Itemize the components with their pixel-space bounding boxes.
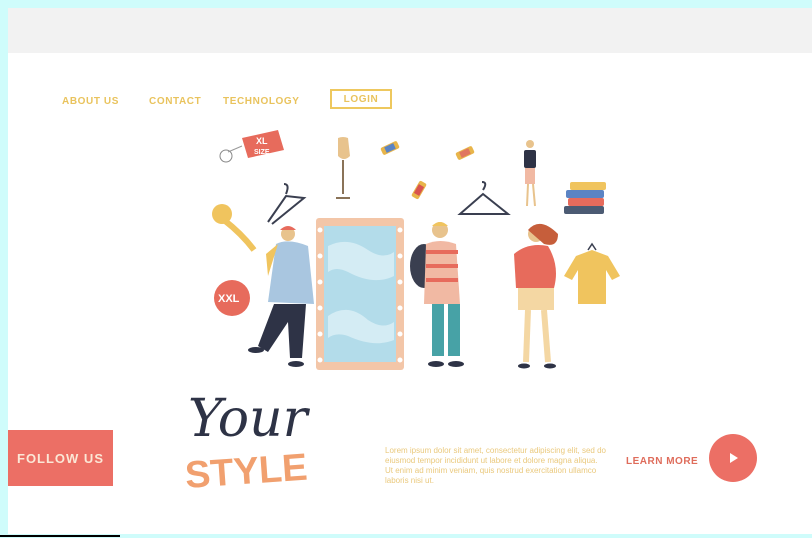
follow-us-button[interactable]: FOLLOW US (8, 430, 113, 486)
xl-tag-text: XL (256, 136, 268, 146)
mannequin-icon (336, 137, 350, 199)
login-button[interactable]: LOGIN (330, 89, 392, 109)
small-model-figure (524, 140, 536, 207)
thread-spool-icon (455, 146, 475, 160)
man-trying-clothes-figure (248, 226, 314, 367)
xxl-badge-icon: XXL (214, 280, 250, 316)
thread-spool-icon (411, 180, 427, 200)
bottom-left-line (0, 535, 120, 537)
measuring-tape-icon (212, 204, 257, 252)
xl-size-tag-icon: XL SIZE (219, 130, 284, 163)
nav-about-us[interactable]: ABOUT US (62, 96, 119, 107)
learn-more-link[interactable]: LEARN MORE (626, 456, 698, 467)
mirror-icon (316, 218, 404, 370)
headline-your: Your (188, 389, 311, 449)
folded-clothes-icon (564, 182, 606, 214)
landing-page: ABOUT US CONTACT TECHNOLOGY LOGIN XL SIZ… (8, 8, 812, 534)
hanger-icon (267, 183, 307, 225)
xxl-badge-text: XXL (218, 293, 240, 305)
fitting-room-illustration: XL SIZE XXL (212, 130, 620, 370)
nav-technology[interactable]: TECHNOLOGY (223, 96, 300, 107)
size-tag-text: SIZE (254, 149, 270, 156)
headline-style: STYLE (184, 447, 309, 497)
play-button[interactable] (709, 434, 757, 482)
main-nav: ABOUT US CONTACT TECHNOLOGY LOGIN (8, 88, 812, 118)
man-with-backpack-figure (410, 222, 464, 367)
sweater-on-hanger-icon (564, 242, 620, 304)
thread-spool-icon (380, 141, 400, 155)
hanger-icon (457, 181, 511, 215)
play-icon (730, 453, 738, 463)
woman-figure (514, 223, 558, 369)
hero-body-text: Lorem ipsum dolor sit amet, consectetur … (385, 446, 606, 485)
browser-top-bar (8, 8, 812, 53)
your-style-headline: Your STYLE (184, 389, 311, 497)
nav-contact[interactable]: CONTACT (149, 96, 201, 107)
